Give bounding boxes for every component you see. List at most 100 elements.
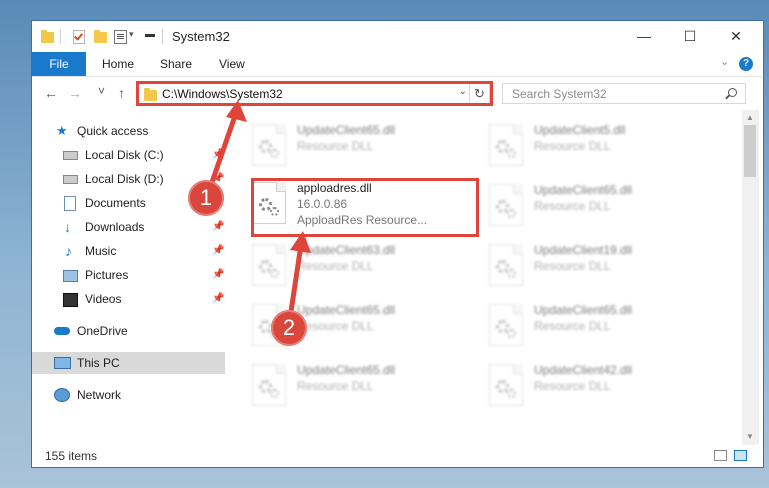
file-name: UpdateClient65.dll <box>297 363 396 377</box>
file-item[interactable]: UpdateClient63.dll Resource DLL <box>252 240 477 294</box>
file-list: UpdateClient65.dll Resource DLL UpdateCl… <box>227 110 742 445</box>
drive-icon <box>63 175 78 184</box>
expand-ribbon-icon[interactable]: ⌄ <box>720 55 729 68</box>
dll-file-icon <box>489 364 523 406</box>
sidebar-item-label: OneDrive <box>77 324 128 338</box>
music-icon: ♪ <box>65 243 72 259</box>
toolbar-divider <box>60 29 61 44</box>
file-name: UpdateClient65.dll <box>534 183 633 197</box>
file-item[interactable]: UpdateClient65.dll Resource DLL <box>252 360 477 414</box>
quick-access-dropdown-icon[interactable]: ▬ <box>145 29 155 47</box>
sidebar-item-local-disk-c[interactable]: Local Disk (C:) 📌 <box>32 144 225 166</box>
file-type: Resource DLL <box>534 139 611 153</box>
scroll-up-icon[interactable]: ▲ <box>746 113 754 122</box>
back-button[interactable]: ← <box>44 85 58 101</box>
close-button[interactable]: ✕ <box>713 21 759 52</box>
sidebar-item-network[interactable]: Network <box>32 384 225 406</box>
file-item[interactable]: UpdateClient65.dll Resource DLL <box>489 300 714 354</box>
search-input[interactable] <box>503 84 732 103</box>
maximize-button[interactable]: ☐ <box>667 21 713 52</box>
dll-file-icon <box>252 244 286 286</box>
recent-locations-button[interactable]: ˅ <box>98 84 105 98</box>
pin-icon[interactable]: 📌 <box>212 240 224 262</box>
file-item[interactable]: UpdateClient65.dll Resource DLL <box>489 180 714 234</box>
network-icon <box>54 388 70 402</box>
file-highlight-box <box>251 178 479 237</box>
minimize-button[interactable]: — <box>621 21 667 52</box>
forward-button[interactable]: → <box>68 85 82 101</box>
computer-icon <box>54 357 71 369</box>
scroll-down-icon[interactable]: ▼ <box>746 432 754 441</box>
large-icons-view-icon[interactable] <box>734 450 747 461</box>
status-bar: 155 items <box>32 445 763 467</box>
file-type: Resource DLL <box>534 199 611 213</box>
item-count: 155 items <box>45 449 98 463</box>
sidebar-item-label: Local Disk (D:) <box>85 172 164 186</box>
tab-view[interactable]: View <box>219 52 245 76</box>
videos-icon <box>63 293 78 307</box>
file-item[interactable]: UpdateClient42.dll Resource DLL <box>489 360 714 414</box>
step-1-badge: 1 <box>188 180 224 216</box>
file-type: Resource DLL <box>534 319 611 333</box>
sidebar-item-label: Local Disk (C:) <box>85 148 164 162</box>
file-item[interactable]: UpdateClient65.dll Resource DLL <box>252 120 477 174</box>
help-icon[interactable]: ? <box>739 57 753 71</box>
tab-file[interactable]: File <box>32 52 86 76</box>
explorer-window: ▾ ▬ System32 — ☐ ✕ File Home Share View … <box>31 20 764 468</box>
scrollbar-thumb[interactable] <box>744 125 756 177</box>
pin-icon[interactable]: 📌 <box>212 144 224 166</box>
sidebar-item-onedrive[interactable]: OneDrive <box>32 320 225 342</box>
vertical-scrollbar[interactable]: ▲ ▼ <box>742 110 759 445</box>
file-name: UpdateClient19.dll <box>534 243 633 257</box>
sidebar-item-label: Downloads <box>85 220 145 234</box>
sidebar-item-label: Music <box>85 244 117 258</box>
pin-icon[interactable]: 📌 <box>212 264 224 286</box>
ribbon-tabs: File Home Share View ⌄ ? <box>32 52 763 76</box>
file-type: Resource DLL <box>297 319 374 333</box>
sidebar-item-label: Quick access <box>77 124 149 138</box>
download-icon: ↓ <box>64 219 71 235</box>
search-icon[interactable] <box>728 88 737 97</box>
sidebar-item-downloads[interactable]: ↓ Downloads 📌 <box>32 216 225 238</box>
file-item[interactable]: UpdateClient5.dll Resource DLL <box>489 120 714 174</box>
sidebar-item-music[interactable]: ♪ Music 📌 <box>32 240 225 262</box>
star-icon: ★ <box>56 123 68 138</box>
up-button[interactable]: ↑ <box>118 85 125 101</box>
navigation-pane: ★ Quick access Local Disk (C:) 📌 Local D… <box>32 110 225 445</box>
sidebar-item-label: Videos <box>85 292 122 306</box>
sidebar-item-label: This PC <box>77 356 120 370</box>
cloud-icon <box>54 327 70 335</box>
file-name: UpdateClient65.dll <box>534 303 633 317</box>
dll-file-icon <box>252 364 286 406</box>
documents-icon <box>64 196 76 211</box>
file-name: UpdateClient65.dll <box>297 303 396 317</box>
dll-file-icon <box>489 184 523 226</box>
sidebar-item-pictures[interactable]: Pictures 📌 <box>32 264 225 286</box>
sidebar-item-label: Network <box>77 388 122 402</box>
file-type: Resource DLL <box>534 379 611 393</box>
tab-share[interactable]: Share <box>160 52 192 76</box>
pin-icon[interactable]: 📌 <box>212 288 224 310</box>
tab-home[interactable]: Home <box>102 52 134 76</box>
search-box[interactable] <box>502 83 746 104</box>
drive-icon <box>63 151 78 160</box>
sidebar-item-label: Documents <box>85 196 146 210</box>
pin-icon[interactable]: 📌 <box>212 216 224 238</box>
sidebar-item-this-pc[interactable]: This PC <box>32 352 225 374</box>
dll-file-icon <box>489 124 523 166</box>
file-type: Resource DLL <box>297 139 374 153</box>
sidebar-item-quick-access[interactable]: ★ Quick access <box>32 120 225 142</box>
file-name: UpdateClient63.dll <box>297 243 396 257</box>
pictures-icon <box>63 270 78 282</box>
address-highlight-box <box>136 81 493 106</box>
file-type: Resource DLL <box>297 379 374 393</box>
title-bar: ▾ ▬ System32 — ☐ ✕ <box>32 21 763 52</box>
toolbar-divider <box>162 29 163 44</box>
file-name: UpdateClient42.dll <box>534 363 633 377</box>
dll-file-icon <box>252 124 286 166</box>
sidebar-item-videos[interactable]: Videos 📌 <box>32 288 225 310</box>
navigation-bar: ← → ˅ ↑ C:\Windows\System32 ⌄ ↻ <box>32 76 763 111</box>
window-title: System32 <box>172 29 230 44</box>
file-item[interactable]: UpdateClient19.dll Resource DLL <box>489 240 714 294</box>
details-view-icon[interactable] <box>714 450 727 461</box>
